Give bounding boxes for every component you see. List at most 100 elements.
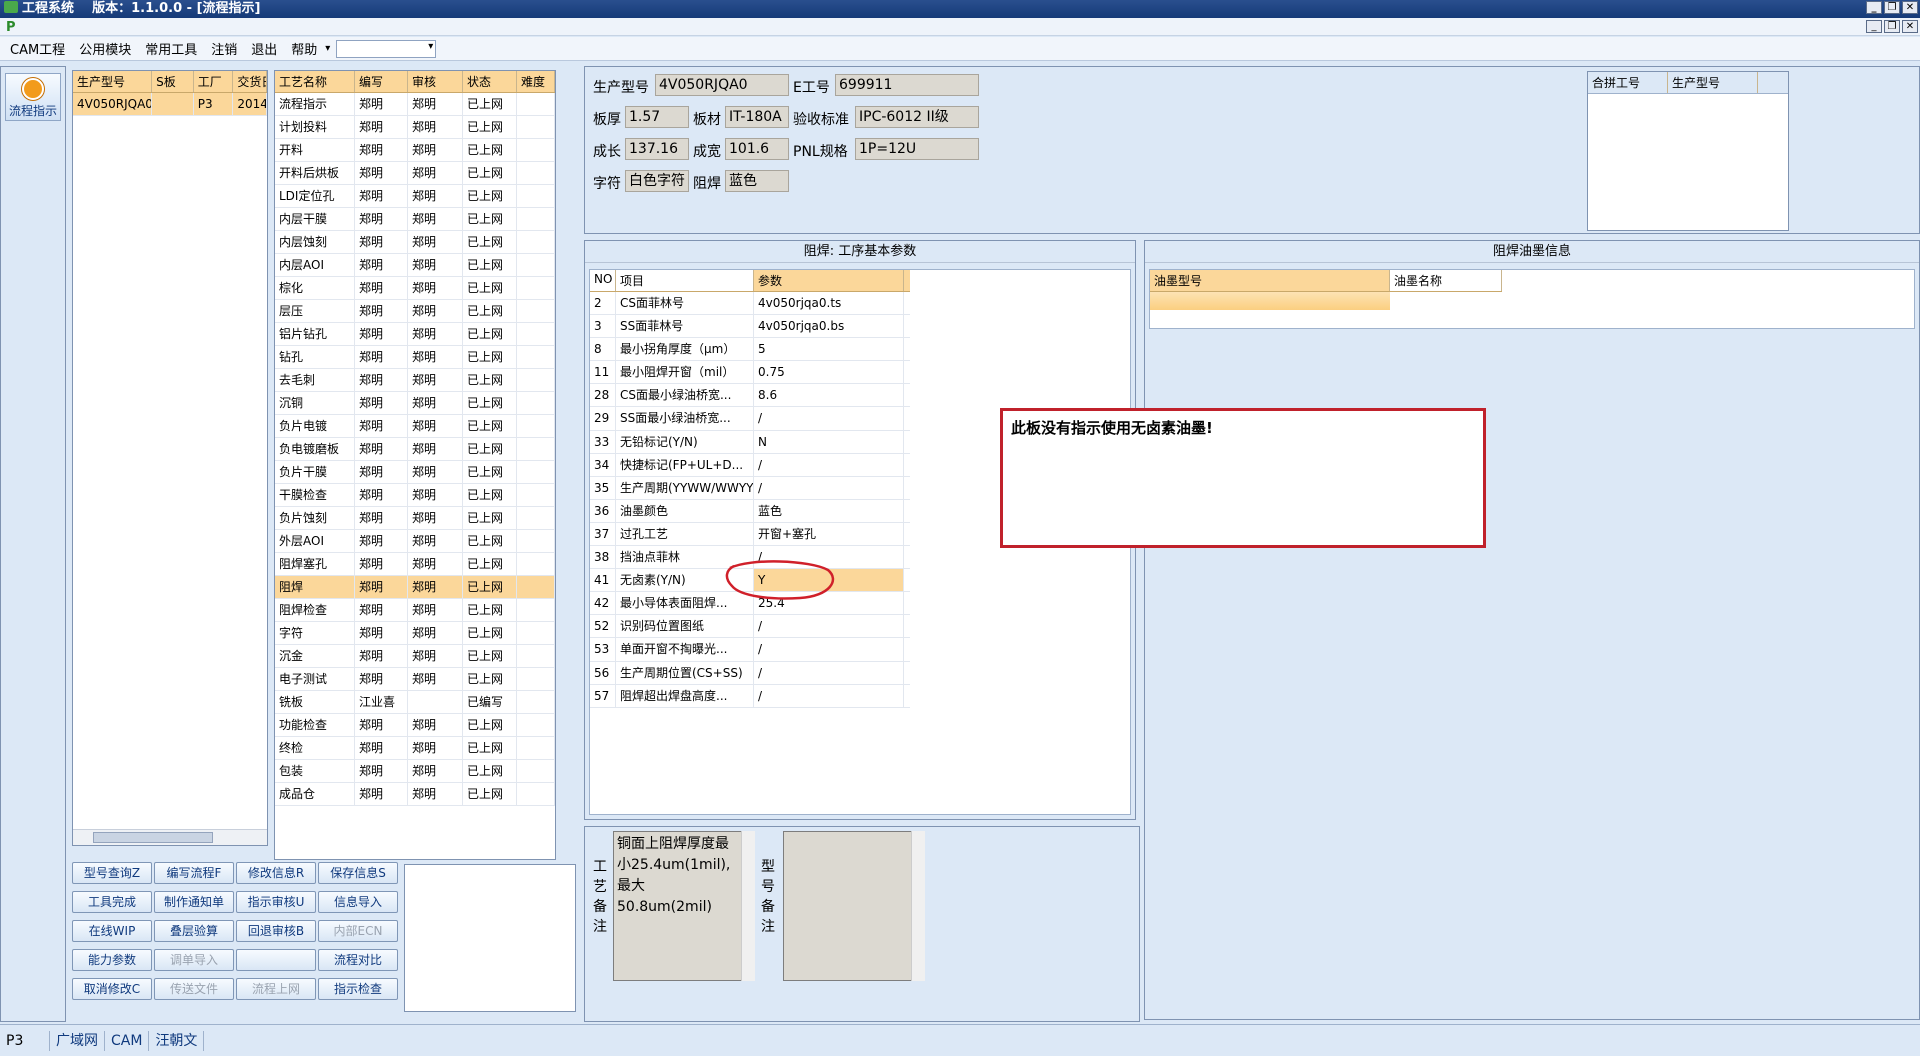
process-row[interactable]: 铝片钻孔 郑明 郑明 已上网 xyxy=(275,323,555,346)
hscroll-thumb[interactable] xyxy=(93,832,213,843)
model-notes-scrollbar[interactable] xyxy=(911,831,925,981)
text-field[interactable]: 白色字符 xyxy=(625,170,689,192)
process-row[interactable]: 内层蚀刻 郑明 郑明 已上网 xyxy=(275,231,555,254)
action-button[interactable]: 编写流程F xyxy=(154,862,234,884)
param-row[interactable]: 53 单面开窗不掏曝光... / xyxy=(590,638,910,662)
action-button[interactable]: 型号查询Z xyxy=(72,862,152,884)
menu-common-module[interactable]: 公用模块 xyxy=(73,37,137,60)
process-row[interactable]: 沉金 郑明 郑明 已上网 xyxy=(275,645,555,668)
process-row[interactable]: 字符 郑明 郑明 已上网 xyxy=(275,622,555,645)
close-icon[interactable]: ✕ xyxy=(1902,1,1918,14)
process-row[interactable]: 阻焊塞孔 郑明 郑明 已上网 xyxy=(275,553,555,576)
process-row[interactable]: 成品仓 郑明 郑明 已上网 xyxy=(275,783,555,806)
param-row[interactable]: 11 最小阻焊开窗（mil） 0.75 xyxy=(590,361,910,385)
process-row[interactable]: 终检 郑明 郑明 已上网 xyxy=(275,737,555,760)
child-restore-icon[interactable]: ❐ xyxy=(1884,20,1900,33)
factory-select[interactable]: P3 xyxy=(0,1030,50,1051)
action-button[interactable]: 流程对比 xyxy=(318,949,398,971)
process-row[interactable]: 开料 郑明 郑明 已上网 xyxy=(275,139,555,162)
param-row[interactable]: 37 过孔工艺 开窗+塞孔 xyxy=(590,522,910,547)
action-button[interactable]: 回退审核B xyxy=(236,920,316,942)
param-row[interactable]: 35 生产周期(YYWW/WWYY) / xyxy=(590,476,910,500)
action-button[interactable]: 传送文件 xyxy=(154,978,234,1000)
process-row[interactable]: 计划投料 郑明 郑明 已上网 xyxy=(275,116,555,139)
param-row[interactable]: 2 CS面菲林号 4v050rjqa0.ts xyxy=(590,292,910,316)
process-row[interactable]: 包装 郑明 郑明 已上网 xyxy=(275,760,555,783)
pnl-field[interactable]: 1P=12U xyxy=(855,138,979,160)
process-row[interactable]: 内层AOI 郑明 郑明 已上网 xyxy=(275,254,555,277)
child-minimize-icon[interactable]: _ xyxy=(1866,20,1882,33)
action-button[interactable] xyxy=(236,949,316,971)
process-notes-text[interactable]: 铜面上阻焊厚度最小25.4um(1mil),最大50.8um(2mil) xyxy=(613,831,743,981)
model-field[interactable]: 4V050RJQA0 xyxy=(655,74,789,96)
param-row[interactable]: 28 CS面最小绿油桥宽... 8.6 xyxy=(590,384,910,408)
param-row[interactable]: 56 生产周期位置(CS+SS) / xyxy=(590,661,910,685)
action-button[interactable]: 在线WIP xyxy=(72,920,152,942)
process-row[interactable]: 功能检查 郑明 郑明 已上网 xyxy=(275,714,555,737)
thickness-field[interactable]: 1.57 xyxy=(625,106,689,128)
process-row[interactable]: 去毛刺 郑明 郑明 已上网 xyxy=(275,369,555,392)
process-row[interactable]: 沉铜 郑明 郑明 已上网 xyxy=(275,392,555,415)
action-button[interactable]: 保存信息S xyxy=(318,862,398,884)
process-row[interactable]: 阻焊 郑明 郑明 已上网 xyxy=(275,576,555,599)
action-button[interactable]: 能力参数 xyxy=(72,949,152,971)
menu-help[interactable]: 帮助 xyxy=(285,37,323,60)
param-row[interactable]: 52 识别码位置图纸 / xyxy=(590,615,910,639)
e-no-field[interactable]: 699911 xyxy=(835,74,979,96)
length-field[interactable]: 137.16 xyxy=(625,138,689,160)
param-row[interactable]: 34 快捷标记(FP+UL+D... / xyxy=(590,453,910,477)
process-row[interactable]: 电子测试 郑明 郑明 已上网 xyxy=(275,668,555,691)
action-button[interactable]: 内部ECN xyxy=(318,920,398,942)
model-grid-hscroll[interactable] xyxy=(73,829,267,845)
process-row[interactable]: 棕化 郑明 郑明 已上网 xyxy=(275,277,555,300)
child-close-icon[interactable]: ✕ xyxy=(1902,20,1918,33)
param-row[interactable]: 57 阻焊超出焊盘高度... / xyxy=(590,684,910,708)
ink-row[interactable] xyxy=(1150,292,1390,310)
action-button[interactable]: 信息导入 xyxy=(318,891,398,913)
material-field[interactable]: IT-180A xyxy=(725,106,789,128)
action-button[interactable]: 调单导入 xyxy=(154,949,234,971)
menu-combo[interactable] xyxy=(336,39,437,58)
standard-field[interactable]: IPC-6012 II级 xyxy=(855,106,979,128)
param-row[interactable]: 36 油墨颜色 蓝色 xyxy=(590,499,910,523)
process-row[interactable]: LDI定位孔 郑明 郑明 已上网 xyxy=(275,185,555,208)
process-row[interactable]: 负电镀磨板 郑明 郑明 已上网 xyxy=(275,438,555,461)
flow-indicator-button[interactable]: 流程指示 xyxy=(5,73,61,121)
process-row[interactable]: 铣板 江业喜 已编写 xyxy=(275,691,555,714)
chevron-down-icon[interactable]: ▾ xyxy=(325,43,330,54)
action-button[interactable]: 制作通知单 xyxy=(154,891,234,913)
action-button[interactable]: 流程上网 xyxy=(236,978,316,1000)
process-row[interactable]: 钻孔 郑明 郑明 已上网 xyxy=(275,346,555,369)
process-row[interactable]: 阻焊检查 郑明 郑明 已上网 xyxy=(275,599,555,622)
model-row[interactable]: 4V050RJQA0 P3 2014/ xyxy=(73,93,267,116)
param-row[interactable]: 3 SS面菲林号 4v050rjqa0.bs xyxy=(590,315,910,339)
process-row[interactable]: 层压 郑明 郑明 已上网 xyxy=(275,300,555,323)
mask-field[interactable]: 蓝色 xyxy=(725,170,789,192)
menu-tools[interactable]: 常用工具 xyxy=(139,37,203,60)
action-button[interactable]: 取消修改C xyxy=(72,978,152,1000)
process-row[interactable]: 负片干膜 郑明 郑明 已上网 xyxy=(275,461,555,484)
process-row[interactable]: 内层干膜 郑明 郑明 已上网 xyxy=(275,208,555,231)
param-row[interactable]: 33 无铅标记(Y/N) N xyxy=(590,430,910,454)
minimize-icon[interactable]: _ xyxy=(1866,1,1882,14)
model-notes-text[interactable] xyxy=(783,831,913,981)
width-field[interactable]: 101.6 xyxy=(725,138,789,160)
process-row[interactable]: 负片蚀刻 郑明 郑明 已上网 xyxy=(275,507,555,530)
process-row[interactable]: 流程指示 郑明 郑明 已上网 xyxy=(275,93,555,116)
menu-logout[interactable]: 注销 xyxy=(205,37,243,60)
menu-cam[interactable]: CAM工程 xyxy=(4,37,71,60)
process-row[interactable]: 开料后烘板 郑明 郑明 已上网 xyxy=(275,162,555,185)
param-row[interactable]: 8 最小拐角厚度（μm） 5 xyxy=(590,338,910,362)
action-button[interactable]: 工具完成 xyxy=(72,891,152,913)
action-button[interactable]: 指示审核U xyxy=(236,891,316,913)
process-row[interactable]: 干膜检查 郑明 郑明 已上网 xyxy=(275,484,555,507)
action-button[interactable]: 指示检查 xyxy=(318,978,398,1000)
action-button[interactable]: 叠层验算 xyxy=(154,920,234,942)
process-row[interactable]: 外层AOI 郑明 郑明 已上网 xyxy=(275,530,555,553)
action-button[interactable]: 修改信息R xyxy=(236,862,316,884)
process-notes-scrollbar[interactable] xyxy=(741,831,755,981)
process-row[interactable]: 负片电镀 郑明 郑明 已上网 xyxy=(275,415,555,438)
param-row[interactable]: 29 SS面最小绿油桥宽... / xyxy=(590,407,910,431)
restore-icon[interactable]: ❐ xyxy=(1884,1,1900,14)
menu-exit[interactable]: 退出 xyxy=(245,37,283,60)
